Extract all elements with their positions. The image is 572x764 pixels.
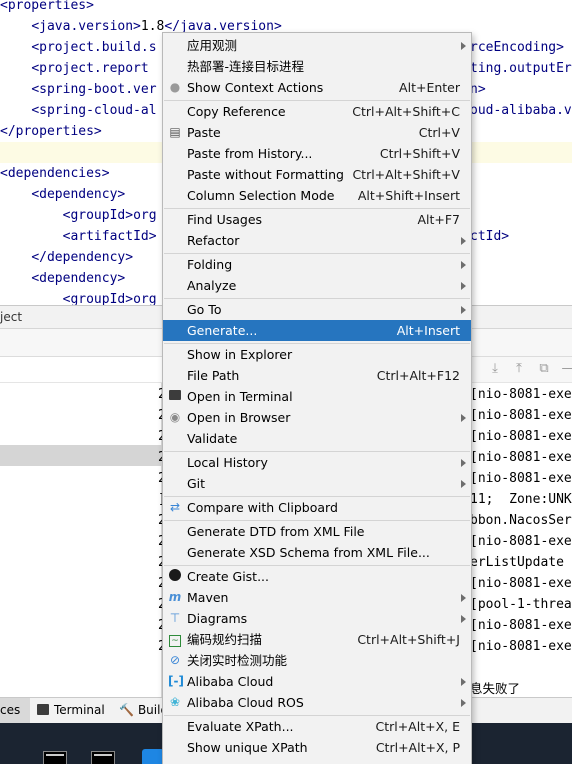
terminal-icon bbox=[168, 389, 182, 403]
menu-item-local-history[interactable]: Local History bbox=[163, 452, 471, 473]
log-line-text: [nio-8081-exe bbox=[470, 534, 572, 549]
restore-icon[interactable]: ⧉ bbox=[537, 362, 551, 376]
menu-item-generate-xsd[interactable]: Generate XSD Schema from XML File... bbox=[163, 542, 471, 563]
log-line-text: [nio-8081-exe bbox=[470, 450, 572, 465]
app-taskbar-icon[interactable] bbox=[142, 749, 164, 764]
menu-item-maven[interactable]: m Maven bbox=[163, 587, 471, 608]
log-line-text: [nio-8081-exe bbox=[470, 618, 572, 633]
submenu-arrow-icon bbox=[461, 615, 466, 623]
minimize-icon[interactable]: — bbox=[561, 362, 572, 376]
menu-item-open-in-browser[interactable]: ◉ Open in Browser bbox=[163, 407, 471, 428]
submenu-arrow-icon bbox=[461, 699, 466, 707]
menu-item-hot-deploy[interactable]: 热部署-连接目标进程 bbox=[163, 56, 471, 77]
menu-item-show-in-explorer[interactable]: Show in Explorer bbox=[163, 344, 471, 365]
submenu-arrow-icon bbox=[461, 414, 466, 422]
tab-label: Terminal bbox=[54, 703, 105, 717]
upload-icon[interactable]: ⤒ bbox=[512, 362, 526, 376]
menu-item-copy-reference[interactable]: Copy Reference Ctrl+Alt+Shift+C bbox=[163, 101, 471, 122]
menu-item-generate-dtd[interactable]: Generate DTD from XML File bbox=[163, 521, 471, 542]
menu-item-app-observe[interactable]: 应用观测 bbox=[163, 35, 471, 56]
hammer-icon: 🔨 bbox=[119, 703, 134, 717]
github-icon bbox=[168, 569, 182, 583]
scan-icon: ~ bbox=[168, 632, 182, 647]
lightbulb-icon: ● bbox=[169, 80, 181, 94]
menu-item-alibaba-cloud-ros[interactable]: ❀ Alibaba Cloud ROS bbox=[163, 692, 471, 713]
no-entry-icon: ⊘ bbox=[169, 653, 181, 667]
submenu-arrow-icon bbox=[461, 42, 466, 50]
menu-item-create-gist[interactable]: Create Gist... bbox=[163, 566, 471, 587]
log-line-text: 11; Zone:UNK bbox=[470, 492, 572, 507]
log-line-text: 息失败了 bbox=[470, 681, 521, 696]
log-line-text: [nio-8081-exe bbox=[470, 387, 572, 402]
menu-item-disable-realtime-check[interactable]: ⊘ 关闭实时检测功能 bbox=[163, 650, 471, 671]
tab-terminal[interactable]: Terminal bbox=[37, 703, 105, 717]
tab-services[interactable]: ces bbox=[0, 698, 30, 723]
log-line-text: bbon.NacosSer bbox=[470, 513, 572, 528]
menu-item-go-to[interactable]: Go To bbox=[163, 299, 471, 320]
menu-item-code-scan[interactable]: ~ 编码规约扫描 Ctrl+Alt+Shift+J bbox=[163, 629, 471, 650]
menu-item-git[interactable]: Git bbox=[163, 473, 471, 494]
log-line-text: [nio-8081-exe bbox=[470, 471, 572, 486]
submenu-arrow-icon bbox=[461, 237, 466, 245]
log-line-text: [nio-8081-exe bbox=[470, 408, 572, 423]
menu-item-column-selection-mode[interactable]: Column Selection Mode Alt+Shift+Insert bbox=[163, 185, 471, 206]
menu-item-generate[interactable]: Generate... Alt+Insert bbox=[163, 320, 471, 341]
console-app-icon[interactable] bbox=[43, 751, 67, 764]
log-line-text: [nio-8081-exe bbox=[470, 576, 572, 591]
tab-label: ces bbox=[0, 703, 21, 717]
submenu-arrow-icon bbox=[461, 459, 466, 467]
console-app-icon[interactable] bbox=[91, 751, 115, 764]
menu-item-open-in-terminal[interactable]: Open in Terminal bbox=[163, 386, 471, 407]
menu-item-file-path[interactable]: File Path Ctrl+Alt+F12 bbox=[163, 365, 471, 386]
log-line-text: [pool-1-threa bbox=[470, 597, 572, 612]
menu-item-diagrams[interactable]: ⊤ Diagrams bbox=[163, 608, 471, 629]
code-line: <properties> bbox=[0, 0, 94, 13]
context-menu[interactable]: 应用观测 热部署-连接目标进程 ● Show Context Actions Alt… bbox=[162, 32, 472, 764]
code-fragment: ting.outputEr bbox=[470, 61, 572, 76]
log-line-text: erListUpdate bbox=[470, 555, 564, 570]
menu-item-evaluate-xpath[interactable]: Evaluate XPath... Ctrl+Alt+X, E bbox=[163, 716, 471, 737]
tab-build[interactable]: 🔨 Build bbox=[119, 703, 168, 717]
maven-icon: m bbox=[168, 590, 182, 604]
tree-header bbox=[0, 357, 162, 383]
menu-item-paste[interactable]: ▤ Paste Ctrl+V bbox=[163, 122, 471, 143]
globe-icon: ◉ bbox=[169, 410, 181, 424]
submenu-arrow-icon bbox=[461, 261, 466, 269]
menu-item-show-unique-xpath[interactable]: Show unique XPath Ctrl+Alt+X, P bbox=[163, 737, 471, 758]
diagram-icon: ⊤ bbox=[169, 611, 181, 625]
submenu-arrow-icon bbox=[461, 306, 466, 314]
menu-item-folding[interactable]: Folding bbox=[163, 254, 471, 275]
clipboard-icon: ▤ bbox=[169, 125, 181, 139]
terminal-icon bbox=[37, 704, 49, 715]
submenu-arrow-icon bbox=[461, 282, 466, 290]
submenu-arrow-icon bbox=[461, 480, 466, 488]
alibaba-cloud-icon: [-] bbox=[168, 674, 184, 688]
menu-item-validate[interactable]: Validate bbox=[163, 428, 471, 449]
download-icon[interactable]: ⤓ bbox=[488, 362, 502, 376]
menu-item-analyze[interactable]: Analyze bbox=[163, 275, 471, 296]
code-fragment: n> bbox=[470, 82, 486, 97]
menu-item-refactor[interactable]: Refactor bbox=[163, 230, 471, 251]
code-fragment: rceEncoding> bbox=[470, 40, 564, 55]
ros-icon: ❀ bbox=[169, 695, 181, 709]
tool-window-title: ject bbox=[0, 310, 23, 324]
code-fragment: oud-alibaba.v bbox=[470, 103, 572, 118]
log-line-text: [nio-8081-exe bbox=[470, 639, 572, 654]
compare-icon: ⇄ bbox=[169, 500, 181, 514]
menu-item-alibaba-cloud[interactable]: [-] Alibaba Cloud bbox=[163, 671, 471, 692]
code-fragment: ctId> bbox=[470, 229, 510, 244]
services-tree[interactable] bbox=[0, 357, 162, 697]
submenu-arrow-icon bbox=[461, 594, 466, 602]
menu-item-find-usages[interactable]: Find Usages Alt+F7 bbox=[163, 209, 471, 230]
menu-item-show-context-actions[interactable]: ● Show Context Actions Alt+Enter bbox=[163, 77, 471, 98]
tree-selected-row[interactable] bbox=[0, 445, 162, 466]
submenu-arrow-icon bbox=[461, 678, 466, 686]
log-line-text: [nio-8081-exe bbox=[470, 429, 572, 444]
menu-item-paste-from-history[interactable]: Paste from History... Ctrl+Shift+V bbox=[163, 143, 471, 164]
menu-item-paste-without-formatting[interactable]: Paste without Formatting Ctrl+Alt+Shift+V bbox=[163, 164, 471, 185]
menu-item-compare-with-clipboard[interactable]: ⇄ Compare with Clipboard bbox=[163, 497, 471, 518]
